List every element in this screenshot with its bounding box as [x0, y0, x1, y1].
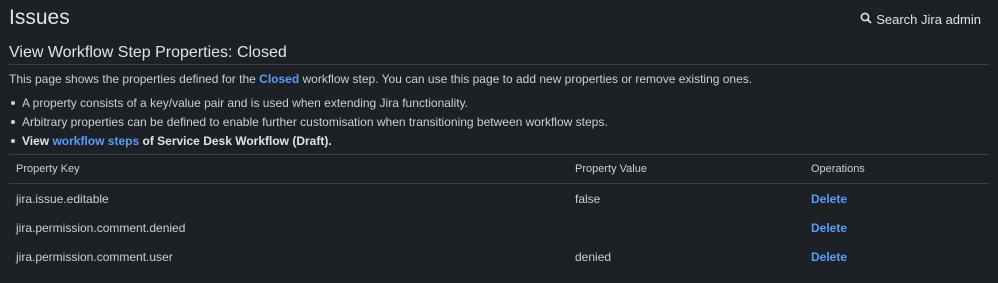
- table-row: jira.permission.comment.user denied Dele…: [9, 242, 989, 271]
- table-row: jira.permission.comment.denied Delete: [9, 213, 989, 242]
- view-suffix: of Service Desk Workflow (Draft).: [139, 134, 332, 148]
- property-value: denied: [575, 249, 612, 264]
- column-header-operations: Operations: [804, 155, 989, 184]
- search-icon: [860, 12, 872, 27]
- divider: [9, 64, 989, 65]
- delete-button[interactable]: Delete: [811, 192, 847, 206]
- intro-text: This page shows the properties defined f…: [9, 72, 752, 86]
- page-title: Issues: [9, 6, 70, 29]
- workflow-steps-link[interactable]: workflow steps: [52, 134, 139, 148]
- intro-prefix: This page shows the properties defined f…: [9, 72, 260, 86]
- search-jira-admin-button[interactable]: Search Jira admin: [860, 12, 981, 27]
- section-title: View Workflow Step Properties: Closed: [9, 44, 287, 61]
- property-key: jira.permission.comment.denied: [16, 220, 186, 235]
- delete-button[interactable]: Delete: [811, 221, 847, 235]
- page-header: Issues Search Jira admin: [0, 0, 998, 40]
- closed-step-link[interactable]: Closed: [259, 72, 299, 86]
- intro-suffix: workflow step. You can use this page to …: [299, 72, 753, 86]
- delete-button[interactable]: Delete: [811, 250, 847, 264]
- list-item: A property consists of a key/value pair …: [11, 96, 608, 115]
- list-item: Arbitrary properties can be defined to e…: [11, 115, 608, 134]
- column-header-value: Property Value: [568, 155, 804, 184]
- column-header-key: Property Key: [9, 155, 568, 184]
- table-header-row: Property Key Property Value Operations: [9, 155, 989, 184]
- table-row: jira.issue.editable false Delete: [9, 184, 989, 214]
- view-prefix: View: [22, 134, 53, 148]
- list-item: View workflow steps of Service Desk Work…: [11, 134, 608, 153]
- property-key: jira.permission.comment.user: [16, 249, 173, 264]
- search-label: Search Jira admin: [876, 12, 981, 27]
- property-value: [568, 213, 804, 242]
- property-key: jira.issue.editable: [16, 191, 109, 206]
- property-value: false: [575, 191, 601, 206]
- info-list: A property consists of a key/value pair …: [9, 96, 608, 153]
- properties-table: Property Key Property Value Operations j…: [9, 154, 989, 271]
